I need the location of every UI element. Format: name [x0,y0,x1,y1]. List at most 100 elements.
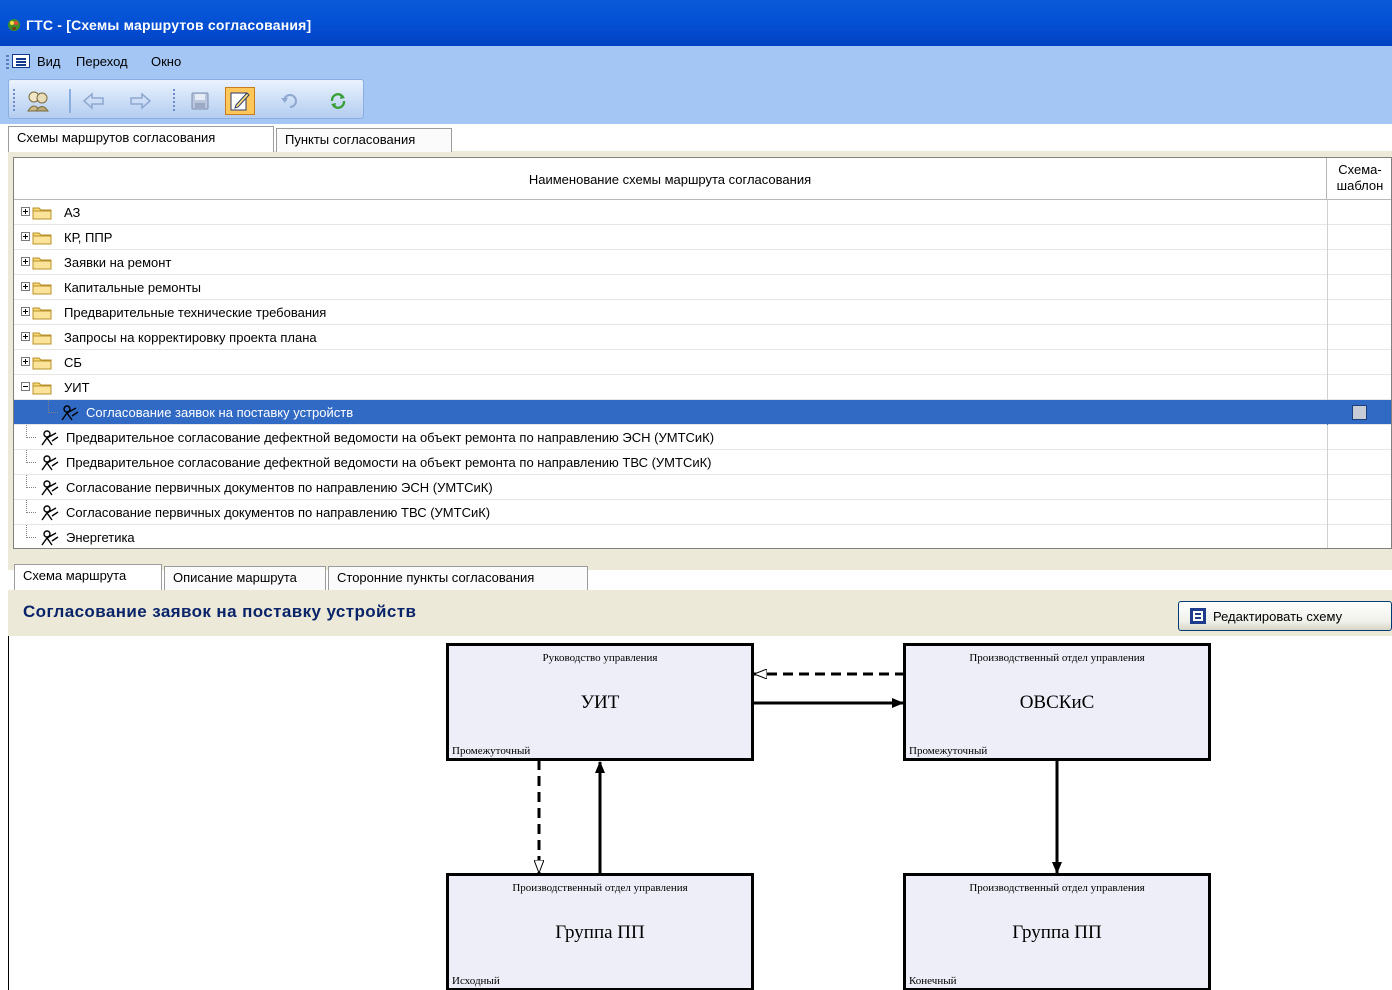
tree-connector [26,525,36,538]
folder-icon [32,255,52,270]
node-group-source[interactable]: Производственный отдел управления Группа… [446,873,754,990]
tree-route-row[interactable]: Энергетика [14,525,1391,548]
menu-item-view[interactable]: Вид [37,54,61,69]
tree-folder-row[interactable]: Капитальные ремонты [14,275,1391,300]
tab-route-description[interactable]: Описание маршрута [164,566,326,590]
folder-icon [32,330,52,345]
template-checkbox[interactable] [1352,405,1367,420]
toolbar-grip[interactable] [13,89,15,113]
route-icon [40,504,60,521]
route-schemes-grid: Наименование схемы маршрута согласования… [13,157,1392,549]
grid-header: Наименование схемы маршрута согласования… [14,158,1391,200]
tree-item-label: КР, ППР [64,230,113,245]
tab-route-scheme[interactable]: Схема маршрута [14,564,162,590]
forward-arrow-icon[interactable] [125,87,155,115]
tree-route-row[interactable]: Предварительное согласование дефектной в… [14,450,1391,475]
toolbar-grip-2[interactable] [173,89,175,113]
tree-item-label: Предварительное согласование дефектной в… [66,455,712,470]
route-icon [40,429,60,446]
tree-route-row[interactable]: Согласование первичных документов по нап… [14,500,1391,525]
node-ovskis[interactable]: Производственный отдел управления ОВСКиС… [903,643,1211,761]
edit-icon[interactable] [225,87,255,115]
tree-route-row[interactable]: Предварительное согласование дефектной в… [14,425,1391,450]
folder-icon [32,305,52,320]
menu-bar: Вид Переход Окно [0,46,1392,76]
save-icon[interactable] [185,87,215,115]
tab-approval-points[interactable]: Пункты согласования [276,128,452,152]
expand-icon[interactable] [21,257,30,266]
expand-icon[interactable] [21,357,30,366]
tree-folder-row[interactable]: УИТ [14,375,1391,400]
tree-connector [26,425,36,438]
tree-item-label: Согласование первичных документов по нап… [66,480,493,495]
tree-item-label: Запросы на корректировку проекта плана [64,330,317,345]
tree-folder-row[interactable]: АЗ [14,200,1391,225]
tree-folder-row[interactable]: Предварительные технические требования [14,300,1391,325]
route-icon [40,454,60,471]
column-separator [1327,450,1328,475]
scheme-edit-icon [1190,608,1206,624]
route-icon [40,529,60,546]
column-header-template[interactable]: Схема-шаблон [1327,162,1391,200]
expand-icon[interactable] [21,232,30,241]
edit-scheme-button[interactable]: Редактировать схему [1178,601,1392,631]
tree-item-label: Заявки на ремонт [64,255,172,270]
node-kind: Конечный [909,975,957,987]
refresh-icon[interactable] [323,87,353,115]
column-separator [1327,350,1328,375]
node-uit[interactable]: Руководство управления УИТ Промежуточный [446,643,754,761]
route-icon [60,404,80,421]
node-kind: Промежуточный [452,745,531,757]
window-title: ГТС - [Схемы маршрутов согласования] [26,17,312,33]
menubar-grip[interactable] [6,55,9,69]
collapse-icon[interactable] [21,382,30,391]
undo-icon[interactable] [275,87,305,115]
expand-icon[interactable] [21,332,30,341]
expand-icon[interactable] [21,307,30,316]
folder-icon [32,280,52,295]
node-name: ОВСКиС [1019,692,1095,713]
tree-folder-row[interactable]: Запросы на корректировку проекта плана [14,325,1391,350]
folder-icon [32,355,52,370]
column-separator [1327,225,1328,250]
tree-folder-row[interactable]: СБ [14,350,1391,375]
tree-item-label: АЗ [64,205,81,220]
column-separator [1327,200,1328,225]
app-icon [8,19,20,31]
tree-route-row[interactable]: Согласование первичных документов по нап… [14,475,1391,500]
toolbar-separator [69,89,71,113]
tab-route-schemes[interactable]: Схемы маршрутов согласования [8,126,274,152]
title-bar: ГТС - [Схемы маршрутов согласования] [0,0,1392,46]
tree-item-label: Капитальные ремонты [64,280,201,295]
column-header-name[interactable]: Наименование схемы маршрута согласования [14,158,1327,200]
tab-external-points[interactable]: Сторонние пункты согласования [328,566,588,590]
tree-folder-row[interactable]: КР, ППР [14,225,1391,250]
toolbar [0,76,1392,124]
node-kind: Промежуточный [909,745,988,757]
node-kind: Исходный [452,975,500,987]
tree-item-label: Согласование заявок на поставку устройст… [86,405,354,420]
detail-title: Согласование заявок на поставку устройст… [23,602,417,621]
tree-route-row[interactable]: Согласование заявок на поставку устройст… [14,400,1391,425]
column-separator [1327,325,1328,350]
back-arrow-icon[interactable] [79,87,109,115]
route-diagram: Руководство управления УИТ Промежуточный… [0,636,1392,990]
column-separator [1327,525,1328,548]
menu-item-window[interactable]: Окно [151,54,181,69]
menu-item-navigate[interactable]: Переход [76,54,128,69]
expand-icon[interactable] [21,282,30,291]
tree-connector [26,475,36,488]
node-name: Группа ПП [1012,922,1102,943]
expand-icon[interactable] [21,207,30,216]
folder-icon [32,230,52,245]
column-separator [1327,250,1328,275]
node-group-final[interactable]: Производственный отдел управления Группа… [903,873,1211,990]
node-dept: Производственный отдел управления [969,652,1145,664]
tree-folder-row[interactable]: Заявки на ремонт [14,250,1391,275]
column-separator [1327,300,1328,325]
tree-item-label: Согласование первичных документов по нап… [66,505,491,520]
edit-scheme-label: Редактировать схему [1213,608,1343,624]
window-menu-icon[interactable] [12,54,30,68]
tree-item-label: Предварительные технические требования [64,305,327,320]
search-people-icon[interactable] [23,87,53,115]
